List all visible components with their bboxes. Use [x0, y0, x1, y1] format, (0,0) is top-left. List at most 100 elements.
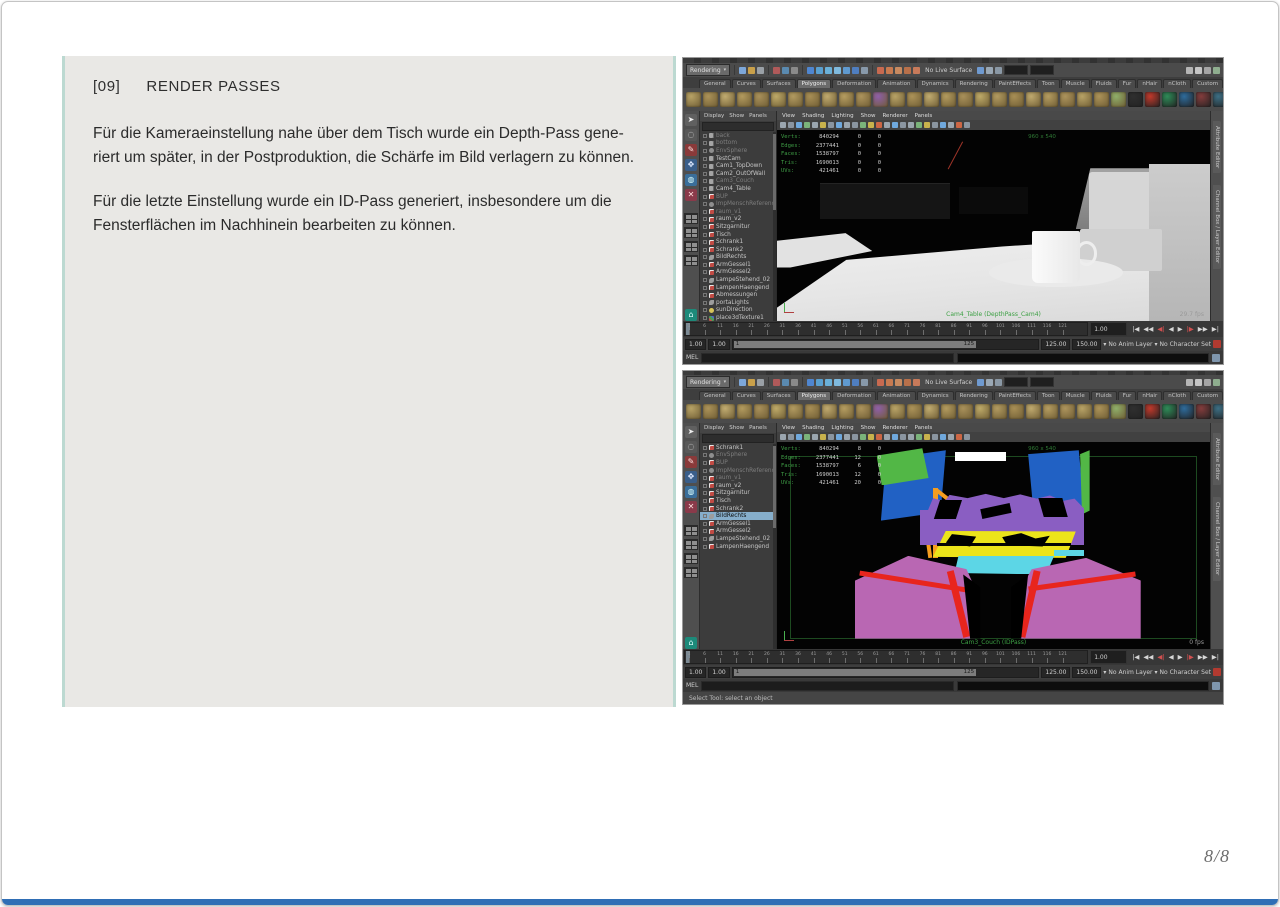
menu-set-dropdown[interactable]: Rendering▾	[686, 64, 730, 76]
save-scene-icon[interactable]	[757, 67, 764, 74]
viewport-toggle-icon[interactable]	[876, 434, 882, 440]
snap-point-icon[interactable]	[825, 379, 832, 386]
magnet-curve-icon[interactable]	[886, 67, 893, 74]
shelf-tab-polygons[interactable]: Polygons	[797, 391, 831, 400]
paint-select-tool-icon[interactable]: ✎	[685, 144, 697, 156]
undo-icon[interactable]	[773, 379, 780, 386]
viewport-toggle-icon[interactable]	[780, 122, 786, 128]
polygon-primitive-icon[interactable]	[975, 92, 990, 107]
outliner-item[interactable]: ArmGessel1	[700, 261, 776, 269]
zpipe-icon[interactable]	[1128, 404, 1143, 419]
shelf-tab-toon[interactable]: Toon	[1037, 79, 1060, 88]
expand-toggle-icon[interactable]	[703, 141, 707, 145]
time-slider-track[interactable]: 1611162126313641465156616671768186919610…	[684, 650, 1088, 664]
expand-toggle-icon[interactable]	[703, 453, 707, 457]
tab-channel-box[interactable]: Channel Box / Layer Editor	[1213, 497, 1221, 580]
outliner-item[interactable]: EnvSphere	[700, 452, 776, 460]
outliner-item[interactable]: BildRechts	[700, 254, 776, 262]
polygon-primitive-icon[interactable]	[873, 404, 888, 419]
undo-icon[interactable]	[773, 67, 780, 74]
step-back-key-button[interactable]: ◀|	[1156, 653, 1165, 661]
polygon-primitive-icon[interactable]	[924, 92, 939, 107]
expand-toggle-icon[interactable]	[703, 179, 707, 183]
shelf-tab-animation[interactable]: Animation	[877, 79, 915, 88]
expand-toggle-icon[interactable]	[703, 202, 707, 206]
tab-channel-box[interactable]: Channel Box / Layer Editor	[1213, 185, 1221, 268]
viewport-toggle-icon[interactable]	[780, 434, 786, 440]
viewport-toggle-icon[interactable]	[916, 122, 922, 128]
range-slider-bar[interactable]: 1125	[734, 341, 976, 348]
expand-toggle-icon[interactable]	[703, 187, 707, 191]
outliner-menu-panels[interactable]: Panels	[749, 425, 767, 431]
polygon-primitive-icon[interactable]	[907, 404, 922, 419]
outliner-item[interactable]: EnvSphere	[700, 147, 776, 155]
snap-live-icon[interactable]	[852, 379, 859, 386]
outliner-item[interactable]: Sitzgarnitur	[700, 490, 776, 498]
viewport-panel[interactable]: ViewShadingLightingShowRendererPanelsVer…	[777, 423, 1210, 649]
snap-live-icon[interactable]	[852, 67, 859, 74]
tab-attribute-editor[interactable]: Attribute Editor	[1213, 433, 1221, 485]
viewport-toggle-icon[interactable]	[932, 122, 938, 128]
play-backwards-button[interactable]: ◀	[1168, 653, 1175, 661]
shelf-tab-fluids[interactable]: Fluids	[1091, 391, 1117, 400]
shelf-tab-custom[interactable]: Custom	[1192, 79, 1223, 88]
ipr-render-icon[interactable]	[986, 379, 993, 386]
viewport-toggle-icon[interactable]	[964, 122, 970, 128]
viewport-toggle-icon[interactable]	[892, 122, 898, 128]
expand-toggle-icon[interactable]	[703, 308, 707, 312]
mel-result-field[interactable]	[957, 353, 1209, 363]
viewport-menu-renderer[interactable]: Renderer	[882, 113, 907, 119]
ft-icon[interactable]	[1179, 404, 1194, 419]
range-slider[interactable]: 1125	[732, 339, 1040, 350]
quick-rename-field[interactable]	[1030, 65, 1054, 75]
expand-toggle-icon[interactable]	[703, 164, 707, 168]
viewport-toggle-icon[interactable]	[836, 122, 842, 128]
polygon-primitive-icon[interactable]	[1009, 92, 1024, 107]
layout-shortcut-button[interactable]	[684, 213, 698, 224]
viewport-menu-show[interactable]: Show	[861, 113, 876, 119]
input-icon[interactable]	[861, 67, 868, 74]
step-back-frame-button[interactable]: ◀◀	[1142, 325, 1154, 333]
polygon-primitive-icon[interactable]	[1026, 404, 1041, 419]
viewport-toggle-icon[interactable]	[964, 434, 970, 440]
auto-keyframe-icon[interactable]	[1213, 668, 1221, 676]
viewport-toggle-icon[interactable]	[868, 434, 874, 440]
outliner-item[interactable]: LampenHaengend	[700, 543, 776, 551]
expand-toggle-icon[interactable]	[703, 172, 707, 176]
polygon-primitive-icon[interactable]	[873, 92, 888, 107]
outliner-item[interactable]: BildRechts	[700, 512, 776, 520]
outliner-item[interactable]: raum_v1	[700, 208, 776, 216]
polygon-primitive-icon[interactable]	[890, 404, 905, 419]
polygon-primitive-icon[interactable]	[958, 404, 973, 419]
shelf-tab-surfaces[interactable]: Surfaces	[762, 79, 796, 88]
viewport-toggle-icon[interactable]	[804, 434, 810, 440]
shelf-tab-curves[interactable]: Curves	[732, 391, 761, 400]
viewport-toggle-icon[interactable]	[796, 434, 802, 440]
shelf-tab-ncloth[interactable]: nCloth	[1163, 79, 1191, 88]
snap-grid-icon[interactable]	[807, 379, 814, 386]
expand-toggle-icon[interactable]	[703, 255, 707, 259]
polygon-primitive-icon[interactable]	[686, 92, 701, 107]
mel-result-field[interactable]	[957, 681, 1209, 691]
go-to-start-button[interactable]: |◀	[1131, 325, 1140, 333]
open-scene-icon[interactable]	[748, 67, 755, 74]
open-scene-icon[interactable]	[748, 379, 755, 386]
redo-icon[interactable]	[782, 379, 789, 386]
outliner-item[interactable]: ImpMenschReference	[700, 467, 776, 475]
playback-end-field[interactable]: 125.00	[1041, 339, 1070, 350]
render-view-icon[interactable]	[977, 67, 984, 74]
expand-toggle-icon[interactable]	[703, 522, 707, 526]
playback-start-field[interactable]: 1.00	[708, 339, 729, 350]
viewport-menu-renderer[interactable]: Renderer	[882, 425, 907, 431]
layout-shortcut-button[interactable]	[684, 255, 698, 266]
outliner-menu-display[interactable]: Display	[704, 425, 724, 431]
layout-shortcut-button[interactable]	[684, 227, 698, 238]
panel-layout-icon[interactable]	[1204, 379, 1211, 386]
shelf-tab-nhair[interactable]: nHair	[1137, 391, 1162, 400]
expand-toggle-icon[interactable]	[703, 217, 707, 221]
expand-toggle-icon[interactable]	[703, 537, 707, 541]
outliner-item[interactable]: BUP	[700, 193, 776, 201]
play-forwards-button[interactable]: ▶	[1177, 325, 1184, 333]
shelf-tab-painteffects[interactable]: PaintEffects	[994, 391, 1036, 400]
polygon-primitive-icon[interactable]	[856, 92, 871, 107]
